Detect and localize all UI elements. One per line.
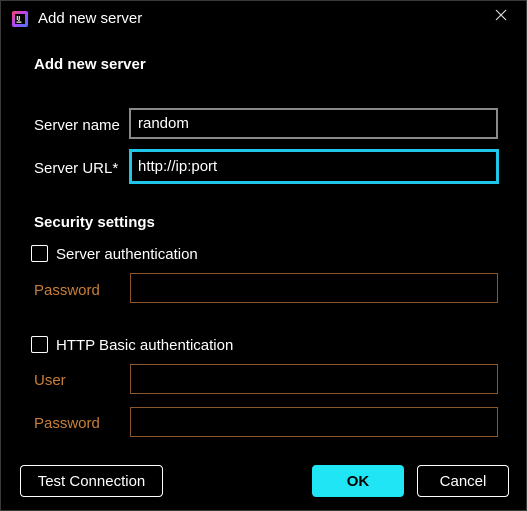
server-url-value: http://ip:port [138, 158, 218, 175]
server-url-field[interactable]: http://ip:port [129, 149, 499, 184]
title-bar: IJ Add new server [1, 1, 526, 37]
svg-text:IJ: IJ [16, 16, 20, 22]
server-url-label: Server URL* [34, 160, 119, 177]
http-basic-authentication-label[interactable]: HTTP Basic authentication [56, 337, 233, 354]
server-name-value: random [138, 115, 189, 132]
http-basic-user-field[interactable] [130, 364, 498, 394]
http-basic-password-field[interactable] [130, 407, 498, 437]
add-server-dialog: IJ Add new server Add new server Server … [0, 0, 527, 511]
http-basic-password-label: Password [34, 415, 100, 432]
form-heading: Add new server [34, 56, 146, 73]
security-settings-heading: Security settings [34, 214, 155, 231]
window-title: Add new server [38, 10, 143, 27]
http-basic-authentication-checkbox[interactable] [31, 336, 48, 353]
server-authentication-checkbox[interactable] [31, 245, 48, 262]
server-auth-password-field[interactable] [130, 273, 498, 303]
test-connection-button[interactable]: Test Connection [20, 465, 163, 497]
server-name-field[interactable]: random [129, 108, 498, 139]
server-authentication-label[interactable]: Server authentication [56, 246, 198, 263]
cancel-button[interactable]: Cancel [417, 465, 509, 497]
server-auth-password-label: Password [34, 282, 100, 299]
http-basic-user-label: User [34, 372, 66, 389]
server-name-label: Server name [34, 117, 120, 134]
close-button[interactable] [489, 5, 513, 29]
app-logo-icon: IJ [12, 11, 28, 27]
ok-button[interactable]: OK [312, 465, 404, 497]
close-icon[interactable] [495, 8, 507, 26]
